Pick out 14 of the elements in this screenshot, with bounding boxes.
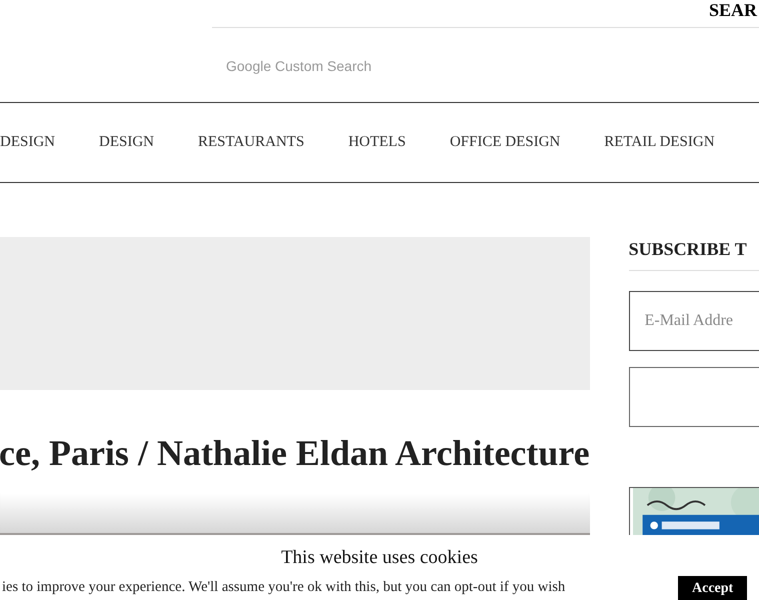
sidebar-heading: SUBSCRIBE T — [628, 238, 748, 260]
article-title: ce, Paris / Nathalie Eldan Architecture — [0, 432, 590, 475]
nav-link[interactable]: OFFICE DESIGN — [450, 131, 560, 154]
nav-link[interactable]: RESTAURANTS — [198, 131, 304, 154]
nav-link[interactable]: RETAIL DESIGN — [604, 131, 715, 154]
cookie-text: ies to improve your experience. We'll assume you're ok with this, but you can opt-out if you wish — [2, 578, 566, 596]
nav-link[interactable]: HOTELS — [348, 131, 406, 154]
nav-link[interactable]: DESIGN — [0, 131, 55, 154]
search-field[interactable]: Google Custom Search — [212, 53, 712, 79]
email-field[interactable]: E-Mail Addre — [628, 291, 759, 351]
search-heading: SEAR — [708, 1, 757, 22]
cookie-title: This website uses cookies — [281, 547, 478, 569]
accept-button[interactable]: Accept — [678, 576, 748, 600]
nav-link[interactable]: DESIGN — [99, 131, 154, 154]
